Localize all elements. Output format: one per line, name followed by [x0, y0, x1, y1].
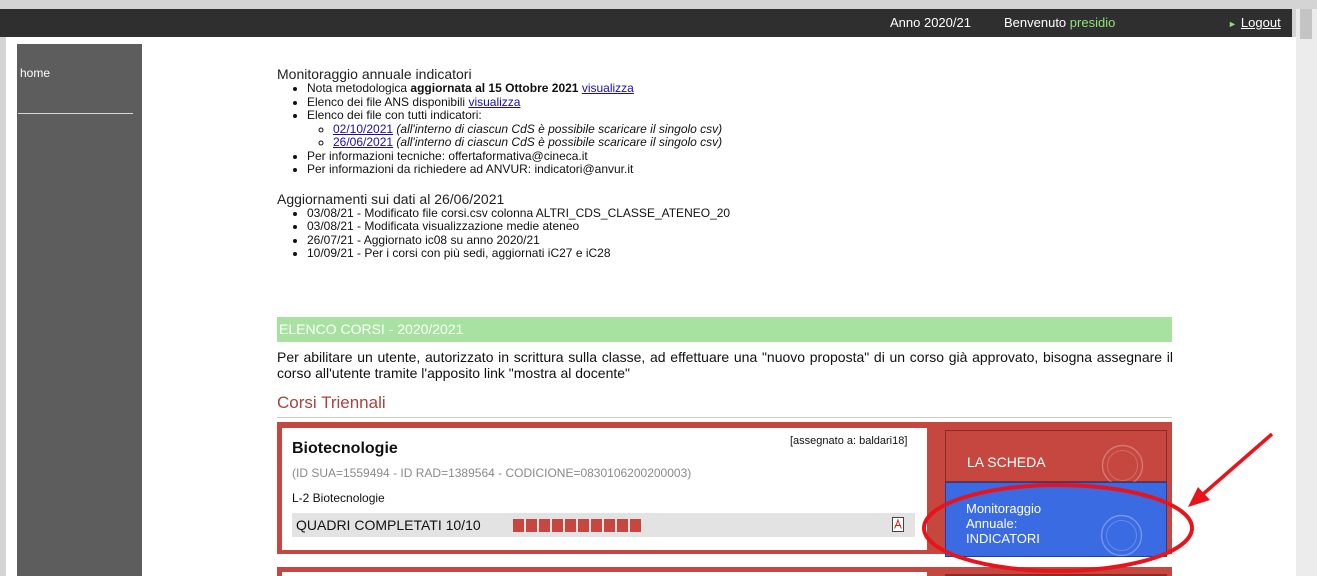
sidebar-item-home[interactable]: home: [20, 66, 50, 80]
aggiornamento-item: 10/09/21 - Per i corsi con più sedi, agg…: [307, 246, 1177, 261]
welcome-message: Benvenuto presidio: [1004, 15, 1115, 30]
next-course-info-panel: [282, 572, 927, 576]
sidebar-divider: [18, 113, 133, 114]
abilita-instructions: Per abilitare un utente, autorizzato in …: [277, 349, 1173, 381]
academic-year: Anno 2020/21: [890, 15, 971, 30]
quadri-progress-blocks: [513, 519, 641, 532]
monitoraggio-button-label: Monitoraggio Annuale: INDICATORI: [966, 501, 1086, 546]
list-item: Elenco dei file con tutti indicatori: 02…: [307, 108, 1177, 150]
monitoraggio-title: Monitoraggio annuale indicatori: [277, 66, 472, 82]
elenco-ans-text: Elenco dei file ANS disponibili: [307, 94, 466, 109]
quadri-progress-block: [591, 519, 602, 532]
left-sidebar: [17, 44, 142, 576]
corsi-triennali-heading: Corsi Triennali: [277, 393, 386, 412]
file-item: 02/10/2021 (all'interno di ciascun CdS è…: [333, 121, 1177, 137]
quadri-progress-block: [539, 519, 550, 532]
quadri-progress-block: [578, 519, 589, 532]
quadri-label: QUADRI COMPLETATI 10/10: [296, 517, 481, 533]
ans-visualizza-link[interactable]: visualizza: [468, 95, 520, 109]
course-ids: (ID SUA=1559494 - ID RAD=1389564 - CODIC…: [292, 466, 692, 480]
quadri-progress-block: [565, 519, 576, 532]
list-item: Nota metodologica aggiornata al 15 Ottob…: [307, 81, 1177, 96]
file-item: 26/06/2021 (all'interno di ciascun CdS è…: [333, 135, 1177, 150]
nota-visualizza-link[interactable]: visualizza: [582, 81, 634, 95]
quadri-progress-block: [526, 519, 537, 532]
elenco-corsi-header: ELENCO CORSI - 2020/2021: [277, 317, 1172, 342]
username: presidio: [1069, 15, 1116, 30]
info-tecniche: Per informazioni tecniche: offertaformat…: [307, 149, 1177, 164]
file-note: (all'interno di ciascun CdS è possibile …: [396, 135, 723, 149]
top-bar: Anno 2020/21 Benvenuto presidio ► Logout: [0, 9, 1292, 37]
aggiornamento-item: 03/08/21 - Modificata visualizzazione me…: [307, 219, 1177, 234]
monit-label-line1: Monitoraggio Annuale:: [966, 501, 1042, 531]
la-scheda-button[interactable]: LA SCHEDA: [945, 430, 1167, 487]
sua-logo-icon: [1100, 514, 1143, 557]
aggiornamenti-list: 03/08/21 - Modificato file corsi.csv col…: [277, 206, 1177, 261]
aggiornamento-item: 26/07/21 - Aggiornato ic08 su anno 2020/…: [307, 233, 1177, 248]
quadri-progress-block: [617, 519, 628, 532]
monit-label-line2: INDICATORI: [966, 531, 1040, 546]
course-assigned-to: [assegnato a: baldari18]: [790, 435, 908, 447]
nota-date: aggiornata al 15 Ottobre 2021: [410, 81, 579, 95]
course-title: Biotecnologie: [292, 440, 398, 457]
file-note: (all'interno di ciascun CdS è possibile …: [396, 121, 723, 136]
pdf-icon[interactable]: [892, 517, 904, 532]
aggiornamento-item: 03/08/21 - Modificato file corsi.csv col…: [307, 206, 1177, 221]
heading-divider: [277, 417, 1172, 418]
scrollbar-thumb[interactable]: [1300, 9, 1312, 39]
quadri-progress-row: QUADRI COMPLETATI 10/10: [292, 513, 915, 537]
list-item: Elenco dei file ANS disponibili visualiz…: [307, 94, 1177, 110]
monitoraggio-list: Nota metodologica aggiornata al 15 Ottob…: [277, 81, 1177, 177]
course-class: L-2 Biotecnologie: [292, 491, 385, 505]
file-list: 02/10/2021 (all'interno di ciascun CdS è…: [307, 121, 1177, 150]
quadri-progress-block: [552, 519, 563, 532]
nota-prefix: Nota metodologica: [307, 81, 408, 95]
quadri-progress-block: [630, 519, 641, 532]
file-date-link[interactable]: 26/06/2021: [333, 135, 393, 149]
file-date-link[interactable]: 02/10/2021: [333, 122, 393, 136]
quadri-progress-block: [513, 519, 524, 532]
triangle-right-icon: ►: [1228, 19, 1237, 29]
main-content: Monitoraggio annuale indicatori Nota met…: [277, 66, 1177, 261]
welcome-prefix: Benvenuto: [1004, 15, 1067, 30]
logout-label: Logout: [1240, 15, 1281, 30]
logout-link[interactable]: ► Logout: [1228, 15, 1281, 30]
elenco-file-text: Elenco dei file con tutti indicatori:: [307, 108, 482, 122]
info-anvur: Per informazioni da richiedere ad ANVUR:…: [307, 162, 1177, 177]
la-scheda-label: LA SCHEDA: [967, 454, 1046, 470]
vertical-scrollbar[interactable]: [1296, 9, 1317, 576]
aggiornamenti-title: Aggiornamenti sui dati al 26/06/2021: [277, 190, 505, 207]
quadri-progress-block: [604, 519, 615, 532]
monitoraggio-indicatori-button[interactable]: Monitoraggio Annuale: INDICATORI: [945, 482, 1167, 557]
